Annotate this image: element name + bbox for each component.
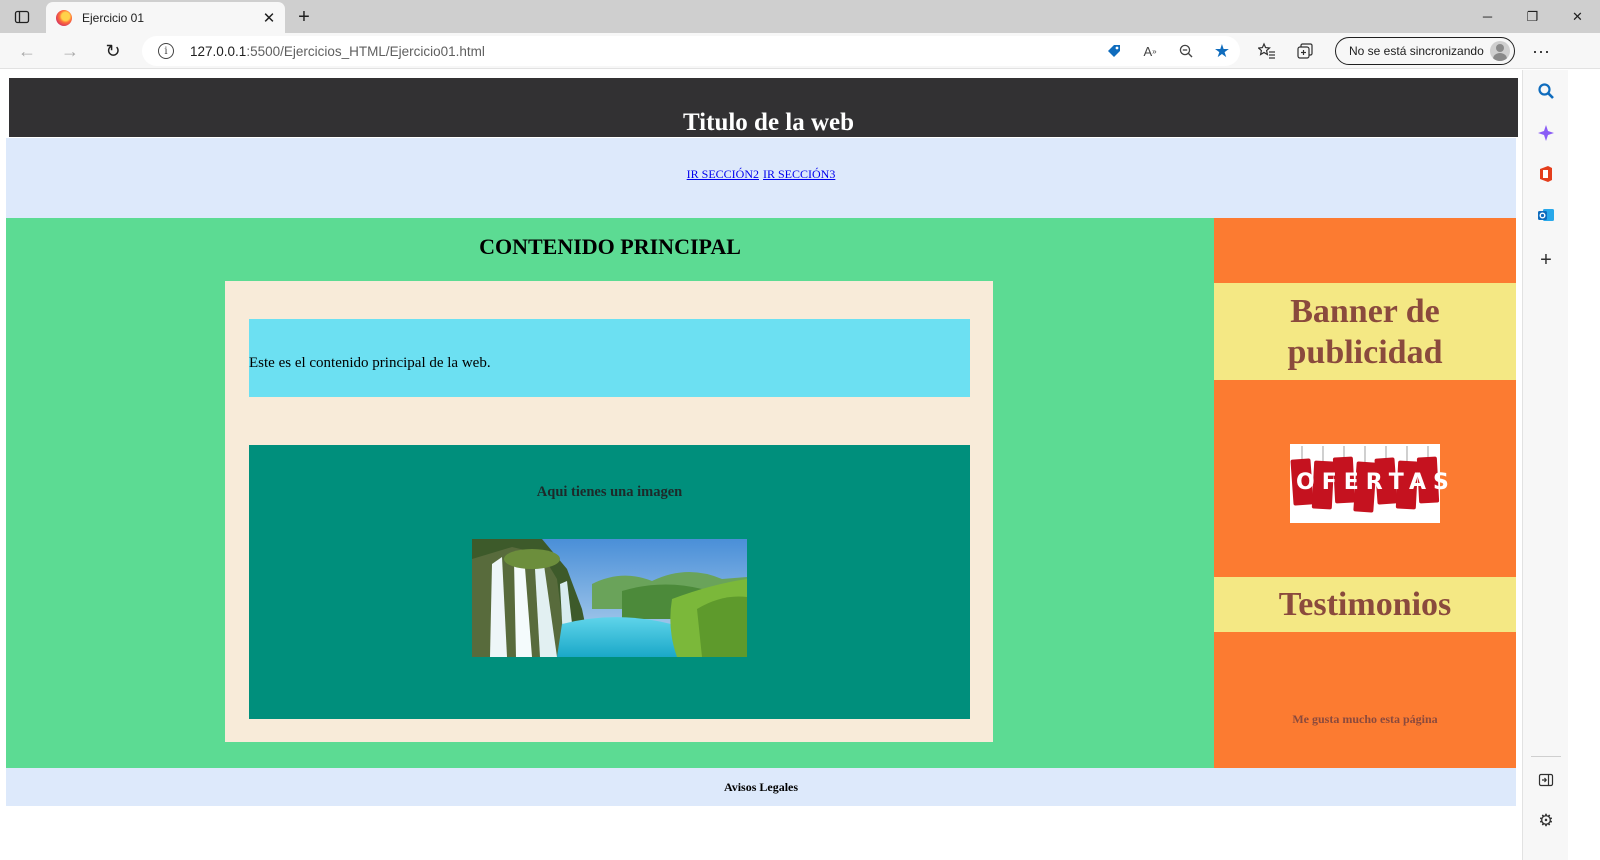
nav-link-seccion2[interactable]: IR SECCIÓN2 — [687, 167, 759, 182]
tab-bar: Ejercicio 01 ✕ + ─ ❐ ✕ — [0, 0, 1600, 33]
refresh-icon[interactable]: ↻ — [99, 38, 127, 64]
outlook-icon[interactable] — [1533, 202, 1559, 228]
testimonials-box: Testimonios — [1214, 577, 1516, 632]
sidebar-aside: Banner de publicidad OFERTAS Testimonios… — [1214, 218, 1516, 768]
browser-tab[interactable]: Ejercicio 01 ✕ — [46, 2, 285, 33]
add-sidebar-app-icon[interactable]: + — [1533, 247, 1559, 273]
copilot-icon[interactable] — [1533, 120, 1559, 146]
sync-status-label: No se está sincronizando — [1349, 44, 1484, 58]
address-bar[interactable]: i 127.0.0.1:5500/Ejercicios_HTML/Ejercic… — [142, 36, 1240, 66]
url-text[interactable]: 127.0.0.1:5500/Ejercicios_HTML/Ejercicio… — [190, 44, 485, 59]
page-footer: Avisos Legales — [6, 768, 1516, 806]
firefox-favicon-icon — [56, 9, 72, 26]
settings-gear-icon[interactable]: ⚙ — [1533, 808, 1559, 834]
edge-sidebar: + ⚙ — [1522, 70, 1568, 860]
favorites-icon[interactable] — [1248, 33, 1286, 69]
restore-icon[interactable]: ❐ — [1510, 0, 1555, 33]
search-icon[interactable] — [1533, 78, 1559, 104]
page-viewport: Titulo de la web IR SECCIÓN2 IR SECCIÓN3… — [0, 70, 1522, 860]
more-options-icon[interactable]: ··· — [1528, 38, 1554, 64]
new-tab-icon[interactable]: + — [291, 5, 317, 29]
office-icon[interactable] — [1533, 161, 1559, 187]
main-article: Este es el contenido principal de la web… — [225, 281, 993, 742]
figure-heading: Aqui tienes una imagen — [536, 484, 683, 500]
testimonials-heading: Testimonios — [1278, 586, 1452, 623]
nav-link-seccion3[interactable]: IR SECCIÓN3 — [763, 167, 835, 182]
forward-icon[interactable]: → — [56, 38, 84, 64]
page-nav: IR SECCIÓN2 IR SECCIÓN3 — [6, 138, 1516, 218]
zoom-out-icon[interactable] — [1168, 36, 1204, 66]
ofertas-label: OFERTAS — [1296, 470, 1456, 495]
main-section: CONTENIDO PRINCIPAL Este es el contenido… — [6, 218, 1214, 768]
shopping-tag-icon[interactable] — [1096, 36, 1132, 66]
collections-icon[interactable] — [1286, 33, 1324, 69]
browser-toolbar: ← → ↻ i 127.0.0.1:5500/Ejercicios_HTML/E… — [0, 33, 1600, 69]
banner-heading: Banner de publicidad — [1287, 292, 1443, 371]
tab-actions-icon[interactable] — [10, 6, 34, 28]
sidebar-divider — [1531, 756, 1561, 757]
ad-banner: Banner de publicidad — [1214, 283, 1516, 380]
ofertas-image: OFERTAS — [1290, 444, 1456, 523]
back-icon[interactable]: ← — [13, 38, 41, 64]
image-figure: Aqui tienes una imagen — [249, 445, 970, 719]
main-text-box: Este es el contenido principal de la web… — [249, 319, 970, 397]
favorite-star-icon[interactable]: ★ — [1204, 36, 1240, 66]
read-aloud-icon[interactable]: A» — [1132, 36, 1168, 66]
testimonial-text: Me gusta mucho esta página — [1292, 712, 1438, 726]
hide-sidebar-icon[interactable] — [1533, 767, 1559, 793]
minimize-icon[interactable]: ─ — [1465, 0, 1510, 33]
main-heading: CONTENIDO PRINCIPAL — [479, 234, 741, 259]
site-info-icon[interactable]: i — [158, 43, 174, 59]
page-header: Titulo de la web — [9, 78, 1518, 137]
main-paragraph: Este es el contenido principal de la web… — [249, 354, 491, 371]
profile-sync-button[interactable]: No se está sincronizando — [1335, 37, 1515, 65]
waterfall-image — [472, 539, 747, 657]
avatar — [1490, 41, 1510, 61]
footer-legal-text: Avisos Legales — [723, 779, 799, 794]
close-tab-icon[interactable]: ✕ — [261, 10, 277, 27]
page-title: Titulo de la web — [682, 109, 855, 136]
tab-title: Ejercicio 01 — [82, 10, 145, 25]
close-window-icon[interactable]: ✕ — [1555, 0, 1600, 33]
